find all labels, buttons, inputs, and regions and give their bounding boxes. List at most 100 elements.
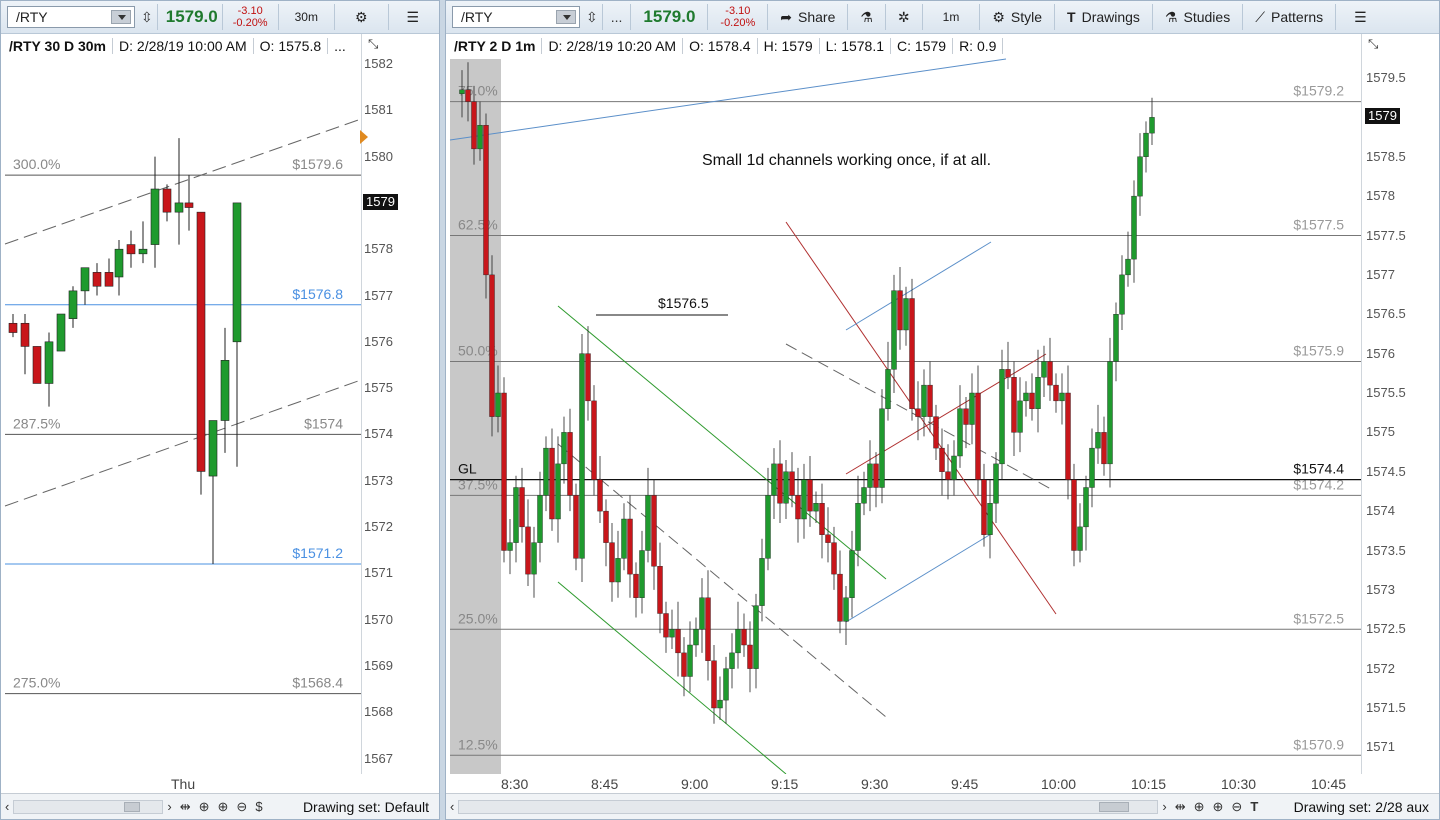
candle-body <box>969 392 975 425</box>
candle-body <box>1089 447 1095 488</box>
chevron-down-icon[interactable] <box>556 10 576 24</box>
candle-body <box>915 408 921 417</box>
zoom-in-icon[interactable]: ⊕ <box>214 799 233 815</box>
channel-blue-upper <box>845 241 992 331</box>
style-button[interactable]: ⚙ Style <box>984 1 1050 34</box>
price-axis-label: 1570 <box>364 611 393 627</box>
candle-body <box>1035 377 1041 409</box>
left-price-axis[interactable]: ⤡ 1582 1581 1580 1578 1577 1576 1575 1574 1573 15… <box>360 34 439 774</box>
zoom-in-icon[interactable]: ⊕ <box>1209 799 1228 815</box>
candle-body <box>933 416 939 449</box>
style-icon: ⚙ <box>992 8 1005 25</box>
price-scale-icon[interactable]: $ <box>251 799 266 814</box>
candle-body <box>633 573 639 598</box>
left-scroll-thumb[interactable] <box>124 801 141 812</box>
candle-body <box>795 495 801 520</box>
scroll-left-icon[interactable]: ‹ <box>446 799 458 814</box>
expand-icon[interactable]: ⤡ <box>1368 36 1378 52</box>
zoom-expand-icon[interactable]: ⇹ <box>1171 799 1190 815</box>
candle-body <box>939 447 945 472</box>
price-axis-label: 1569 <box>364 657 393 673</box>
link-icon[interactable]: ⇳ <box>141 9 153 26</box>
candle-body <box>1107 361 1113 465</box>
candle-body <box>1125 258 1131 276</box>
flask-icon[interactable]: ⚗ <box>852 1 881 34</box>
share-button[interactable]: ➦ Share <box>772 1 843 34</box>
price-axis-label: 1577 <box>364 287 393 303</box>
flask-icon: ⚗ <box>1164 8 1178 25</box>
fib-level-price: $1576.8 <box>292 286 343 302</box>
right-timeframe-button[interactable]: 1m <box>927 1 976 34</box>
chevron-down-icon[interactable] <box>111 10 131 24</box>
zoom-out-icon[interactable]: ⊖ <box>232 799 251 815</box>
expand-icon[interactable]: ⤡ <box>368 36 378 52</box>
candle-body <box>735 629 741 654</box>
right-symbol-text: /RTY <box>461 9 493 25</box>
scroll-left-icon[interactable]: ‹ <box>1 799 13 814</box>
price-axis-label: 1579.5 <box>1366 70 1406 85</box>
candle-body <box>477 125 483 150</box>
candle-body <box>1119 274 1125 315</box>
drawings-button[interactable]: T Drawings <box>1059 1 1148 34</box>
candle-body <box>80 267 90 292</box>
candle-body <box>819 503 825 535</box>
candle-body <box>687 644 693 677</box>
text-tool-icon[interactable]: T <box>1246 799 1262 814</box>
candle-body <box>537 495 543 543</box>
right-symbol-selector[interactable]: /RTY <box>452 6 580 28</box>
zoom-expand-icon[interactable]: ⇹ <box>176 799 195 815</box>
right-toolbar: /RTY ⇳ ... 1579.0 -3.10 -0.20% ➦ Share ⚗… <box>446 1 1439 34</box>
patterns-button[interactable]: ⟋ Patterns <box>1247 1 1331 34</box>
candle-body <box>789 471 795 496</box>
candle-body <box>162 188 172 213</box>
studies-button[interactable]: ⚗ Studies <box>1157 1 1238 34</box>
right-last-price-marker: 1579 <box>1365 108 1400 124</box>
right-drawing-set[interactable]: Drawing set: 2/28 aux <box>1294 799 1439 815</box>
candle-body <box>150 188 160 245</box>
right-scrollbar[interactable] <box>458 799 1159 814</box>
link-icon[interactable]: ⇳ <box>586 9 598 26</box>
candle-body <box>837 573 843 622</box>
right-chart-area[interactable]: /RTY 2 D 1m D: 2/28/19 10:20 AM O: 1578.… <box>446 34 1361 774</box>
left-chart-area[interactable]: /RTY 30 D 30m D: 2/28/19 10:00 AM O: 157… <box>1 34 361 774</box>
candle-body <box>669 629 675 638</box>
candle-body <box>1053 384 1059 402</box>
candle-body <box>104 272 114 287</box>
settings-icon[interactable]: ✲ <box>890 1 918 34</box>
price-axis-label: 1578 <box>364 241 393 257</box>
right-more-button[interactable]: ... <box>607 9 627 25</box>
right-change: -3.10 -0.20% <box>720 5 756 29</box>
left-scrollbar[interactable] <box>13 799 164 814</box>
candle-body <box>32 346 42 384</box>
right-time-axis: 8:30 8:45 9:00 9:15 9:30 9:45 10:00 10:15 10:30 1… <box>446 774 1361 794</box>
left-symbol-selector[interactable]: /RTY <box>7 6 135 28</box>
candle-body <box>999 369 1005 465</box>
menu-icon[interactable]: ☰ <box>1340 1 1381 34</box>
crosshair-icon[interactable]: ⊕ <box>195 799 214 815</box>
candle-body <box>471 101 477 150</box>
candle-body <box>597 479 603 512</box>
candle-body <box>993 463 999 504</box>
style-icon[interactable]: ⚙ <box>339 1 384 34</box>
menu-icon[interactable]: ☰ <box>393 1 434 34</box>
right-scroll-thumb[interactable] <box>1099 801 1130 812</box>
right-price-axis[interactable]: ⤡ 1579.5 1578.5 1578 1577.5 1577 1576.5 1576 15… <box>1361 34 1439 774</box>
fib-level-price: $1571.2 <box>292 545 343 561</box>
left-timeframe-button[interactable]: 30m <box>283 1 330 34</box>
crosshair-icon[interactable]: ⊕ <box>1190 799 1209 815</box>
candle-body <box>126 244 136 255</box>
candle-body <box>903 298 909 331</box>
time-axis-label: 10:15 <box>1131 776 1167 792</box>
zoom-out-icon[interactable]: ⊖ <box>1227 799 1246 815</box>
price-axis-label: 1574.5 <box>1366 463 1406 479</box>
left-drawing-set[interactable]: Drawing set: Default <box>303 799 439 815</box>
candle-body <box>657 566 663 614</box>
candle-body <box>747 644 753 669</box>
price-axis-label: 1575 <box>1366 424 1395 440</box>
price-axis-label: 1576.5 <box>1366 306 1406 322</box>
candle-body <box>459 89 465 94</box>
candle-body <box>483 125 489 276</box>
scroll-right-icon[interactable]: › <box>163 799 175 814</box>
scroll-right-icon[interactable]: › <box>1158 799 1170 814</box>
candle-body <box>843 597 849 622</box>
